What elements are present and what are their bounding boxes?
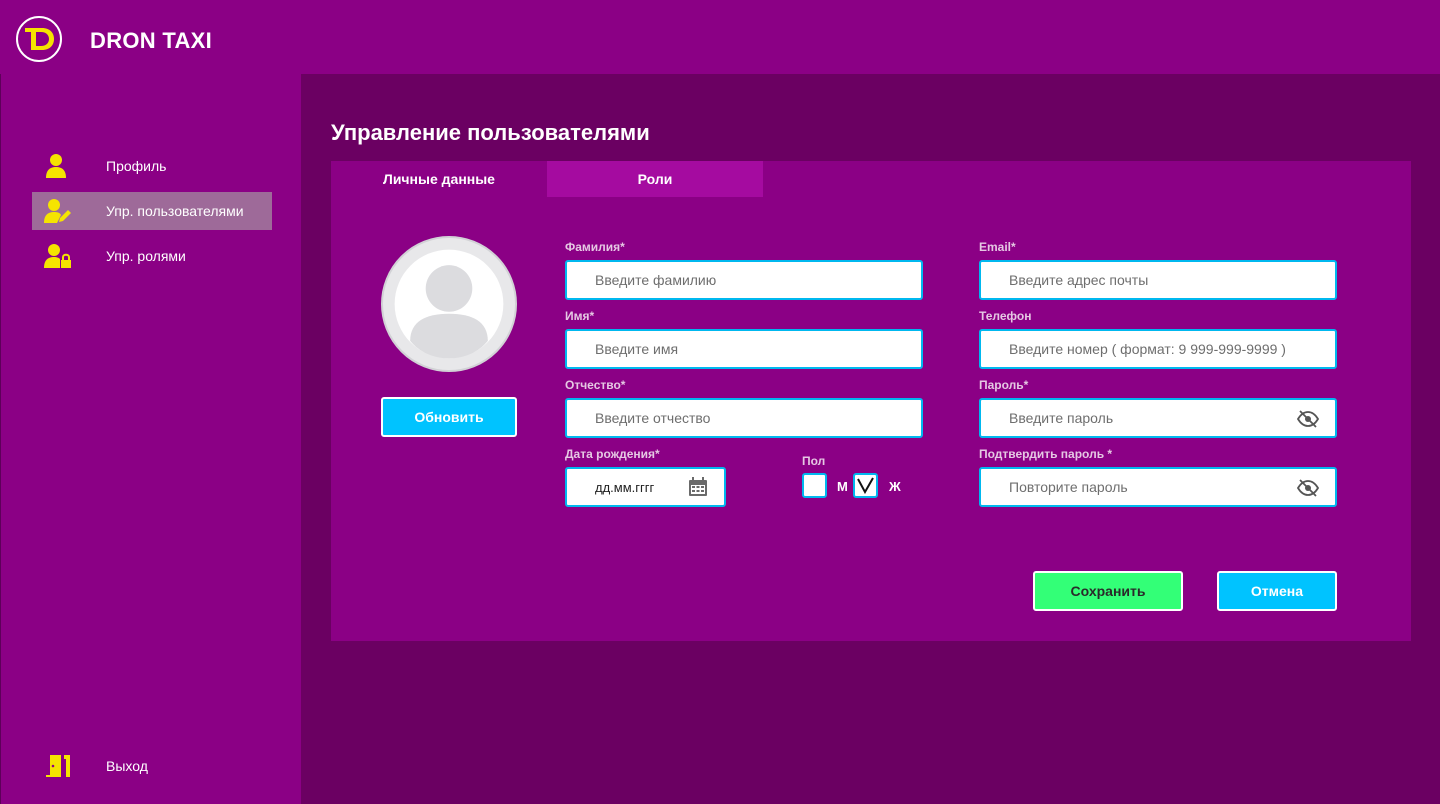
firstname-label: Имя*	[565, 309, 595, 323]
check-icon	[857, 477, 874, 494]
calendar-icon[interactable]	[688, 477, 708, 497]
tab-roles[interactable]: Роли	[547, 161, 763, 197]
logo-icon[interactable]	[16, 16, 62, 62]
avatar	[381, 236, 517, 372]
lastname-label: Фамилия*	[565, 240, 625, 254]
birthdate-input[interactable]: дд.мм.гггг	[565, 467, 726, 507]
user-icon	[46, 154, 66, 178]
sidebar: Профиль Упр. пользователями Упр. ролями …	[0, 74, 301, 804]
gender-male-label: М	[837, 479, 848, 494]
password-input[interactable]: Введите пароль	[979, 398, 1337, 438]
user-form-panel: Личные данные Роли Обновить Фамилия* Вве…	[331, 161, 1411, 641]
confirm-password-input[interactable]: Повторите пароль	[979, 467, 1337, 507]
firstname-input[interactable]: Введите имя	[565, 329, 923, 369]
phone-label: Телефон	[979, 309, 1032, 323]
sidebar-item-roles[interactable]: Упр. ролями	[32, 237, 272, 275]
email-label: Email*	[979, 240, 1016, 254]
gender-female-label: Ж	[889, 479, 901, 494]
patronymic-input[interactable]: Введите отчество	[565, 398, 923, 438]
cancel-button[interactable]: Отмена	[1217, 571, 1337, 611]
eye-off-icon[interactable]	[1297, 479, 1319, 497]
brand-name: DRON TAXI	[90, 28, 213, 53]
sidebar-item-users[interactable]: Упр. пользователями	[32, 192, 272, 230]
main-content: Управление пользователями Личные данные …	[301, 74, 1440, 804]
sidebar-item-label: Упр. ролями	[106, 248, 186, 264]
sidebar-item-label: Упр. пользователями	[106, 203, 244, 219]
sidebar-item-profile[interactable]: Профиль	[32, 147, 272, 185]
user-lock-icon	[44, 244, 71, 268]
gender-male-checkbox[interactable]	[802, 473, 827, 498]
app-header: DRON TAXI	[0, 0, 1440, 74]
save-button[interactable]: Сохранить	[1033, 571, 1183, 611]
user-placeholder-icon	[394, 249, 504, 359]
confirm-password-label: Подтвердить пароль *	[979, 447, 1113, 461]
email-input[interactable]: Введите адрес почты	[979, 260, 1337, 300]
update-avatar-button[interactable]: Обновить	[381, 397, 517, 437]
password-label: Пароль*	[979, 378, 1029, 392]
patronymic-label: Отчество*	[565, 378, 626, 392]
logout-label: Выход	[106, 758, 148, 774]
tab-personal-data[interactable]: Личные данные	[331, 161, 547, 197]
gender-label: Пол	[802, 454, 826, 468]
birthdate-label: Дата рождения*	[565, 447, 660, 461]
lastname-input[interactable]: Введите фамилию	[565, 260, 923, 300]
sidebar-item-label: Профиль	[106, 158, 167, 174]
logout-button[interactable]: Выход	[32, 747, 272, 785]
page-title: Управление пользователями	[331, 120, 650, 145]
gender-female-checkbox[interactable]	[853, 473, 878, 498]
eye-off-icon[interactable]	[1297, 410, 1319, 428]
exit-door-icon	[46, 755, 70, 777]
phone-input[interactable]: Введите номер ( формат: 9 999-999-9999 )	[979, 329, 1337, 369]
user-edit-icon	[44, 199, 71, 223]
